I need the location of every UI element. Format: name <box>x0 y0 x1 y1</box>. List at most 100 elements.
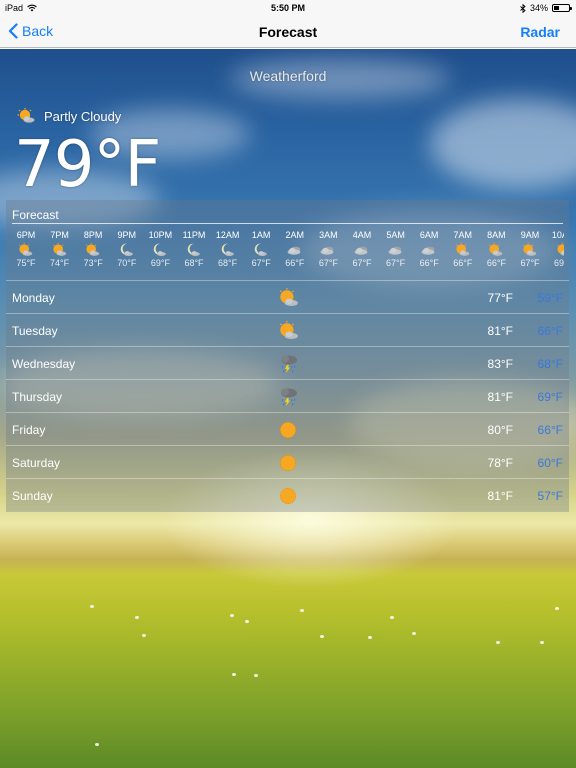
hourly-item: 6AM 66°F <box>412 230 446 268</box>
high-temperature: 81°F <box>487 324 513 338</box>
hour-temperature: 67°F <box>386 258 406 268</box>
hour-label: 7PM <box>50 230 69 240</box>
partly-cloudy-day-icon <box>555 242 564 258</box>
hour-label: 5AM <box>386 230 405 240</box>
daily-row[interactable]: Friday 80°F 66°F <box>6 412 569 445</box>
status-time: 5:50 PM <box>270 3 305 13</box>
hour-label: 7AM <box>453 230 473 240</box>
low-temperature: 57°F <box>537 489 563 503</box>
hour-temperature: 70°F <box>117 258 137 268</box>
high-temperature: 77°F <box>487 291 513 305</box>
hour-temperature: 75°F <box>16 258 36 268</box>
partly-cloudy-night-icon <box>151 242 169 258</box>
daily-row[interactable]: Tuesday 81°F 66°F <box>6 313 569 346</box>
hour-temperature: 69°F <box>554 258 564 268</box>
navigation-bar: Back Forecast Radar <box>0 16 576 48</box>
day-name: Sunday <box>12 489 53 503</box>
hourly-item: 8PM 73°F <box>76 230 110 268</box>
cloudy-icon <box>286 242 304 258</box>
partly-cloudy-day-icon <box>454 242 472 258</box>
hourly-item: 7PM 74°F <box>43 230 77 268</box>
partly-cloudy-day-icon <box>277 287 299 309</box>
low-temperature: 68°F <box>537 357 563 371</box>
hour-label: 4AM <box>352 230 372 240</box>
forecast-panel: Forecast 6PM 75°F 7PM 74°F 8PM 73°F 9PM 70°F 10P… <box>6 200 569 512</box>
low-temperature: 66°F <box>537 423 563 437</box>
hourly-item: 3AM 67°F <box>311 230 345 268</box>
condition-label: Partly Cloudy <box>44 108 122 124</box>
sunny-icon <box>277 419 299 441</box>
hourly-item: 11PM 68°F <box>177 230 211 268</box>
daily-row[interactable]: Thursday 81°F 69°F <box>6 379 569 412</box>
daily-row[interactable]: Wednesday 83°F 68°F <box>6 346 569 379</box>
hour-label: 9PM <box>117 230 137 240</box>
high-temperature: 81°F <box>487 390 513 404</box>
daily-row[interactable]: Sunday 81°F 57°F <box>6 478 569 511</box>
hour-label: 11PM <box>182 230 206 240</box>
hour-temperature: 66°F <box>453 258 473 268</box>
thunderstorm-icon <box>277 353 299 375</box>
cloudy-icon <box>319 242 337 258</box>
hourly-item: 9PM 70°F <box>110 230 144 268</box>
page-title: Forecast <box>258 24 318 40</box>
daily-row[interactable]: Saturday 78°F 60°F <box>6 445 569 478</box>
hourly-item: 1AM 67°F <box>244 230 278 268</box>
day-name: Monday <box>12 291 55 305</box>
hour-temperature: 68°F <box>218 258 238 268</box>
low-temperature: 69°F <box>537 390 563 404</box>
hour-temperature: 67°F <box>251 258 271 268</box>
hour-temperature: 67°F <box>352 258 372 268</box>
current-condition: Partly Cloudy <box>16 108 121 124</box>
hour-label: 9AM <box>520 230 540 240</box>
hour-temperature: 67°F <box>520 258 540 268</box>
hourly-forecast-strip[interactable]: 6PM 75°F 7PM 74°F 8PM 73°F 9PM 70°F 10PM 69°F 11PM… <box>6 230 564 278</box>
cloudy-icon <box>387 242 405 258</box>
hour-temperature: 74°F <box>50 258 70 268</box>
current-temperature: 79°F <box>14 128 161 202</box>
partly-cloudy-night-icon <box>185 242 203 258</box>
sunny-icon <box>277 485 299 507</box>
low-temperature: 66°F <box>537 324 563 338</box>
hour-temperature: 66°F <box>285 258 305 268</box>
city-name: Weatherford <box>249 68 327 84</box>
partly-cloudy-day-icon <box>16 108 36 124</box>
hour-temperature: 66°F <box>486 258 506 268</box>
low-temperature: 60°F <box>537 456 563 470</box>
hour-temperature: 66°F <box>419 258 439 268</box>
partly-cloudy-day-icon <box>51 242 69 258</box>
hourly-item: 8AM 66°F <box>479 230 513 268</box>
hourly-item: 7AM 66°F <box>446 230 480 268</box>
partly-cloudy-day-icon <box>487 242 505 258</box>
radar-button[interactable]: Radar <box>520 24 560 40</box>
partly-cloudy-night-icon <box>252 242 270 258</box>
day-name: Wednesday <box>12 357 76 371</box>
low-temperature: 59°F <box>537 291 563 305</box>
thunderstorm-icon <box>277 386 299 408</box>
high-temperature: 80°F <box>487 423 513 437</box>
high-temperature: 83°F <box>487 357 513 371</box>
hour-temperature: 69°F <box>150 258 170 268</box>
partly-cloudy-day-icon <box>277 320 299 342</box>
bluetooth-icon <box>520 3 526 13</box>
cloudy-icon <box>420 242 438 258</box>
hour-label: 10AM <box>551 230 564 240</box>
hour-label: 2AM <box>285 230 305 240</box>
partly-cloudy-day-icon <box>84 242 102 258</box>
battery-percent: 34% <box>529 3 548 13</box>
hourly-item: 5AM 67°F <box>379 230 413 268</box>
daily-row[interactable]: Monday 77°F 59°F <box>6 280 569 313</box>
partly-cloudy-day-icon <box>17 242 35 258</box>
hourly-item: 4AM 67°F <box>345 230 379 268</box>
partly-cloudy-night-icon <box>219 242 237 258</box>
cloudy-icon <box>353 242 371 258</box>
hour-label: 8PM <box>83 230 103 240</box>
hour-label: 12AM <box>215 230 240 240</box>
hour-label: 6PM <box>16 230 36 240</box>
partly-cloudy-night-icon <box>118 242 136 258</box>
hour-temperature: 73°F <box>83 258 103 268</box>
hour-label: 1AM <box>251 230 271 240</box>
sunny-icon <box>277 452 299 474</box>
forecast-title: Forecast <box>12 208 59 222</box>
day-name: Thursday <box>12 390 63 404</box>
day-name: Friday <box>12 423 46 437</box>
